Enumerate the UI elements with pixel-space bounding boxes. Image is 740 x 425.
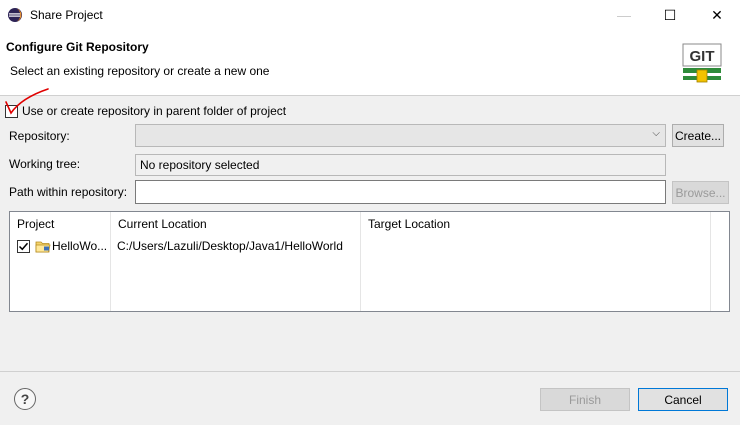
- current-location: C:/Users/Lazuli/Desktop/Java1/HelloWorld: [117, 239, 343, 253]
- finish-button: Finish: [540, 388, 630, 411]
- working-tree-field: No repository selected: [135, 154, 666, 176]
- table-row[interactable]: HelloWo... C:/Users/Lazuli/Desktop/Java1…: [10, 237, 710, 257]
- path-input[interactable]: [135, 180, 666, 204]
- path-label: Path within repository:: [9, 185, 128, 199]
- column-header-current-location[interactable]: Current Location: [111, 212, 361, 236]
- use-parent-folder-option[interactable]: Use or create repository in parent folde…: [5, 103, 286, 119]
- column-header-target-location[interactable]: Target Location: [361, 212, 711, 236]
- chevron-down-icon: ⌵: [652, 128, 660, 139]
- minimize-button[interactable]: —: [601, 0, 647, 30]
- checkmark-icon: [18, 242, 29, 251]
- project-table[interactable]: Project Current Location Target Location…: [9, 211, 730, 312]
- close-button[interactable]: ✕: [694, 0, 740, 30]
- footer-divider: [0, 371, 740, 372]
- use-parent-folder-label: Use or create repository in parent folde…: [22, 104, 287, 118]
- working-tree-label: Working tree:: [9, 157, 81, 171]
- cancel-button[interactable]: Cancel: [638, 388, 728, 411]
- create-repository-button[interactable]: Create...: [672, 124, 724, 147]
- browse-button: Browse...: [672, 181, 729, 204]
- column-header-project[interactable]: Project: [10, 212, 111, 236]
- git-logo-text: GIT: [690, 48, 715, 65]
- title-bar: Share Project — ☐ ✕: [0, 0, 740, 30]
- repository-combo[interactable]: ⌵: [135, 124, 666, 147]
- repository-label: Repository:: [9, 129, 70, 143]
- eclipse-icon: [8, 8, 22, 22]
- page-description: Select an existing repository or create …: [10, 64, 270, 78]
- use-parent-folder-checkbox[interactable]: [5, 104, 18, 118]
- project-folder-icon: [35, 241, 51, 253]
- page-title: Configure Git Repository: [6, 40, 149, 54]
- git-logo-icon: GIT: [682, 43, 722, 83]
- help-icon[interactable]: ?: [14, 388, 36, 410]
- maximize-button[interactable]: ☐: [647, 0, 693, 30]
- project-name: HelloWo...: [52, 239, 108, 253]
- project-checkbox[interactable]: [17, 240, 30, 253]
- window-title: Share Project: [30, 8, 103, 22]
- wizard-header: Configure Git Repository Select an exist…: [0, 30, 740, 96]
